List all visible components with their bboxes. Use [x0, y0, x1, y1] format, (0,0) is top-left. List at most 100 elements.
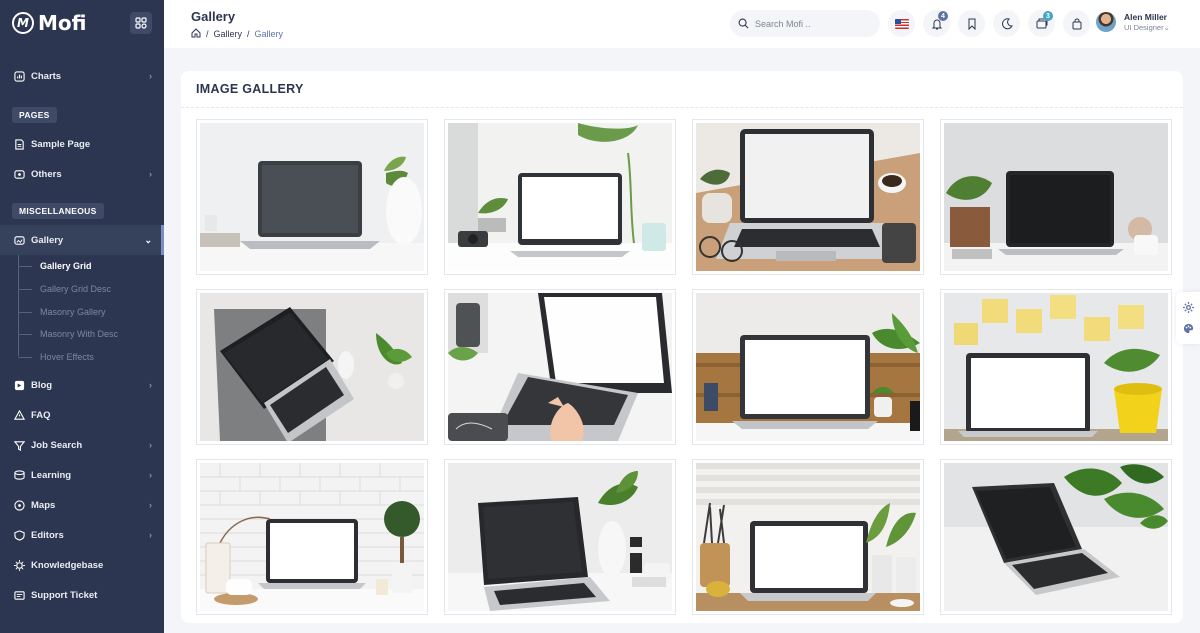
sidebar-item-label: Sample Page — [31, 138, 91, 150]
chevron-right-icon: › — [149, 440, 152, 451]
dark-mode-toggle[interactable] — [993, 10, 1020, 37]
pages-nav: Sample Page Others › — [0, 129, 164, 189]
photo-laptop-on-wooden-desk — [696, 293, 920, 441]
gallery-item[interactable] — [196, 459, 428, 615]
logo-row: M Mofi — [0, 0, 164, 46]
gallery-item[interactable] — [692, 289, 924, 445]
submenu-item-hover-effects[interactable]: Hover Effects — [18, 346, 164, 369]
grid-toggle-button[interactable] — [130, 12, 152, 34]
gear-icon[interactable] — [1182, 302, 1194, 313]
palette-icon[interactable] — [1183, 323, 1194, 334]
chevron-right-icon: › — [149, 71, 152, 81]
card-title: IMAGE GALLERY — [196, 82, 304, 96]
chevron-right-icon: › — [149, 500, 152, 511]
sidebar-item-label: Editors — [31, 529, 64, 541]
image-icon — [14, 235, 25, 246]
top-header: Gallery / Gallery / Gallery 4 3 Alen Mil… — [164, 0, 1200, 48]
sidebar-item-knowledgebase[interactable]: Knowledgebase — [0, 550, 164, 580]
language-button[interactable] — [888, 10, 915, 37]
sidebar-item-label: Maps — [31, 499, 56, 511]
learning-icon — [14, 470, 25, 481]
messages-button[interactable]: 3 — [1028, 10, 1055, 37]
faq-icon — [14, 409, 25, 421]
photo-laptop-with-camera-and-plant — [448, 123, 672, 271]
bottom-nav: Blog › FAQ Job Search › Learning › Maps … — [0, 370, 164, 610]
logo[interactable]: M Mofi — [12, 11, 86, 35]
blog-icon — [14, 380, 25, 391]
photo-laptop-with-vase-and-cup — [448, 463, 672, 611]
sidebar-item-charts[interactable]: Charts › — [0, 61, 164, 91]
sidebar-item-gallery[interactable]: Gallery ⌄ — [0, 225, 164, 255]
title-block: Gallery / Gallery / Gallery — [191, 9, 283, 40]
cart-icon — [1072, 18, 1081, 29]
moon-icon — [1001, 17, 1013, 29]
misc-nav: Gallery ⌄ — [0, 225, 164, 255]
section-pages: PAGES — [0, 101, 164, 129]
gallery-item[interactable] — [692, 459, 924, 615]
gallery-item[interactable] — [444, 289, 676, 445]
notifications-badge: 4 — [938, 11, 948, 21]
notifications-button[interactable]: 4 — [923, 10, 950, 37]
sidebar-nav: Charts › — [0, 61, 164, 91]
chevron-right-icon: › — [149, 380, 152, 391]
search-input[interactable] — [755, 18, 865, 29]
gallery-item[interactable] — [940, 459, 1172, 615]
submenu-item-masonry-with-desc[interactable]: Masonry With Desc — [18, 323, 164, 346]
avatar — [1096, 12, 1116, 32]
bookmark-icon — [968, 18, 975, 30]
sidebar: M Mofi Charts › PAGES Sample Page Others… — [0, 0, 164, 633]
breadcrumb-separator: / — [247, 29, 250, 39]
sidebar-item-maps[interactable]: Maps › — [0, 490, 164, 520]
gallery-item[interactable] — [692, 119, 924, 275]
sidebar-item-sample-page[interactable]: Sample Page — [0, 129, 164, 159]
user-role-text: UI Designer — [1124, 23, 1164, 32]
gallery-item[interactable] — [196, 119, 428, 275]
gallery-item[interactable] — [444, 459, 676, 615]
gallery-item[interactable] — [940, 119, 1172, 275]
section-tag-miscellaneous: MISCELLANEOUS — [12, 203, 104, 219]
sidebar-item-learning[interactable]: Learning › — [0, 460, 164, 490]
photo-laptop-with-white-bricks — [200, 463, 424, 611]
chevron-down-icon: ⌄ — [1163, 23, 1170, 32]
bookmark-button[interactable] — [958, 10, 985, 37]
gallery-card: IMAGE GALLERY — [181, 71, 1183, 623]
sidebar-item-editors[interactable]: Editors › — [0, 520, 164, 550]
breadcrumb-gallery[interactable]: Gallery — [214, 29, 243, 39]
photo-laptop-with-pencil-holder — [696, 463, 920, 611]
photo-laptop-with-potted-plant — [944, 123, 1168, 271]
photo-laptop-with-coffee-and-glasses — [696, 123, 920, 271]
chevron-down-icon: ⌄ — [144, 234, 152, 245]
submenu-item-gallery-grid-desc[interactable]: Gallery Grid Desc — [18, 278, 164, 301]
gallery-item[interactable] — [196, 289, 428, 445]
card-header: IMAGE GALLERY — [181, 71, 1183, 108]
user-info: Alen Miller UI Designer⌄ — [1124, 12, 1170, 32]
chevron-right-icon: › — [149, 169, 152, 179]
sidebar-item-blog[interactable]: Blog › — [0, 370, 164, 400]
page-title: Gallery — [191, 9, 236, 24]
search-box[interactable] — [730, 10, 880, 37]
sidebar-item-job-search[interactable]: Job Search › — [0, 430, 164, 460]
home-icon[interactable] — [191, 28, 201, 40]
breadcrumb-separator: / — [206, 29, 209, 39]
gallery-item[interactable] — [444, 119, 676, 275]
search-icon — [738, 18, 749, 29]
user-profile[interactable]: Alen Miller UI Designer⌄ — [1096, 12, 1170, 32]
sidebar-item-label: Job Search — [31, 439, 83, 451]
page-icon — [14, 138, 25, 150]
brand-name: Mofi — [38, 11, 87, 35]
submenu-item-gallery-grid[interactable]: Gallery Grid — [18, 255, 164, 278]
sidebar-item-label: Gallery — [31, 234, 64, 246]
gallery-item[interactable] — [940, 289, 1172, 445]
sidebar-item-others[interactable]: Others › — [0, 159, 164, 189]
sidebar-item-label: Others — [31, 168, 62, 180]
submenu-item-masonry-gallery[interactable]: Masonry Gallery — [18, 300, 164, 323]
knowledge-icon — [14, 559, 25, 571]
breadcrumb: / Gallery / Gallery — [191, 28, 283, 40]
chart-icon — [14, 70, 25, 82]
ticket-icon — [14, 590, 25, 601]
sidebar-item-faq[interactable]: FAQ — [0, 400, 164, 430]
gallery-submenu: Gallery Grid Gallery Grid Desc Masonry G… — [0, 255, 164, 368]
sidebar-item-support-ticket[interactable]: Support Ticket — [0, 580, 164, 610]
cart-button[interactable] — [1063, 10, 1090, 37]
cart-badge: 3 — [1043, 11, 1053, 21]
